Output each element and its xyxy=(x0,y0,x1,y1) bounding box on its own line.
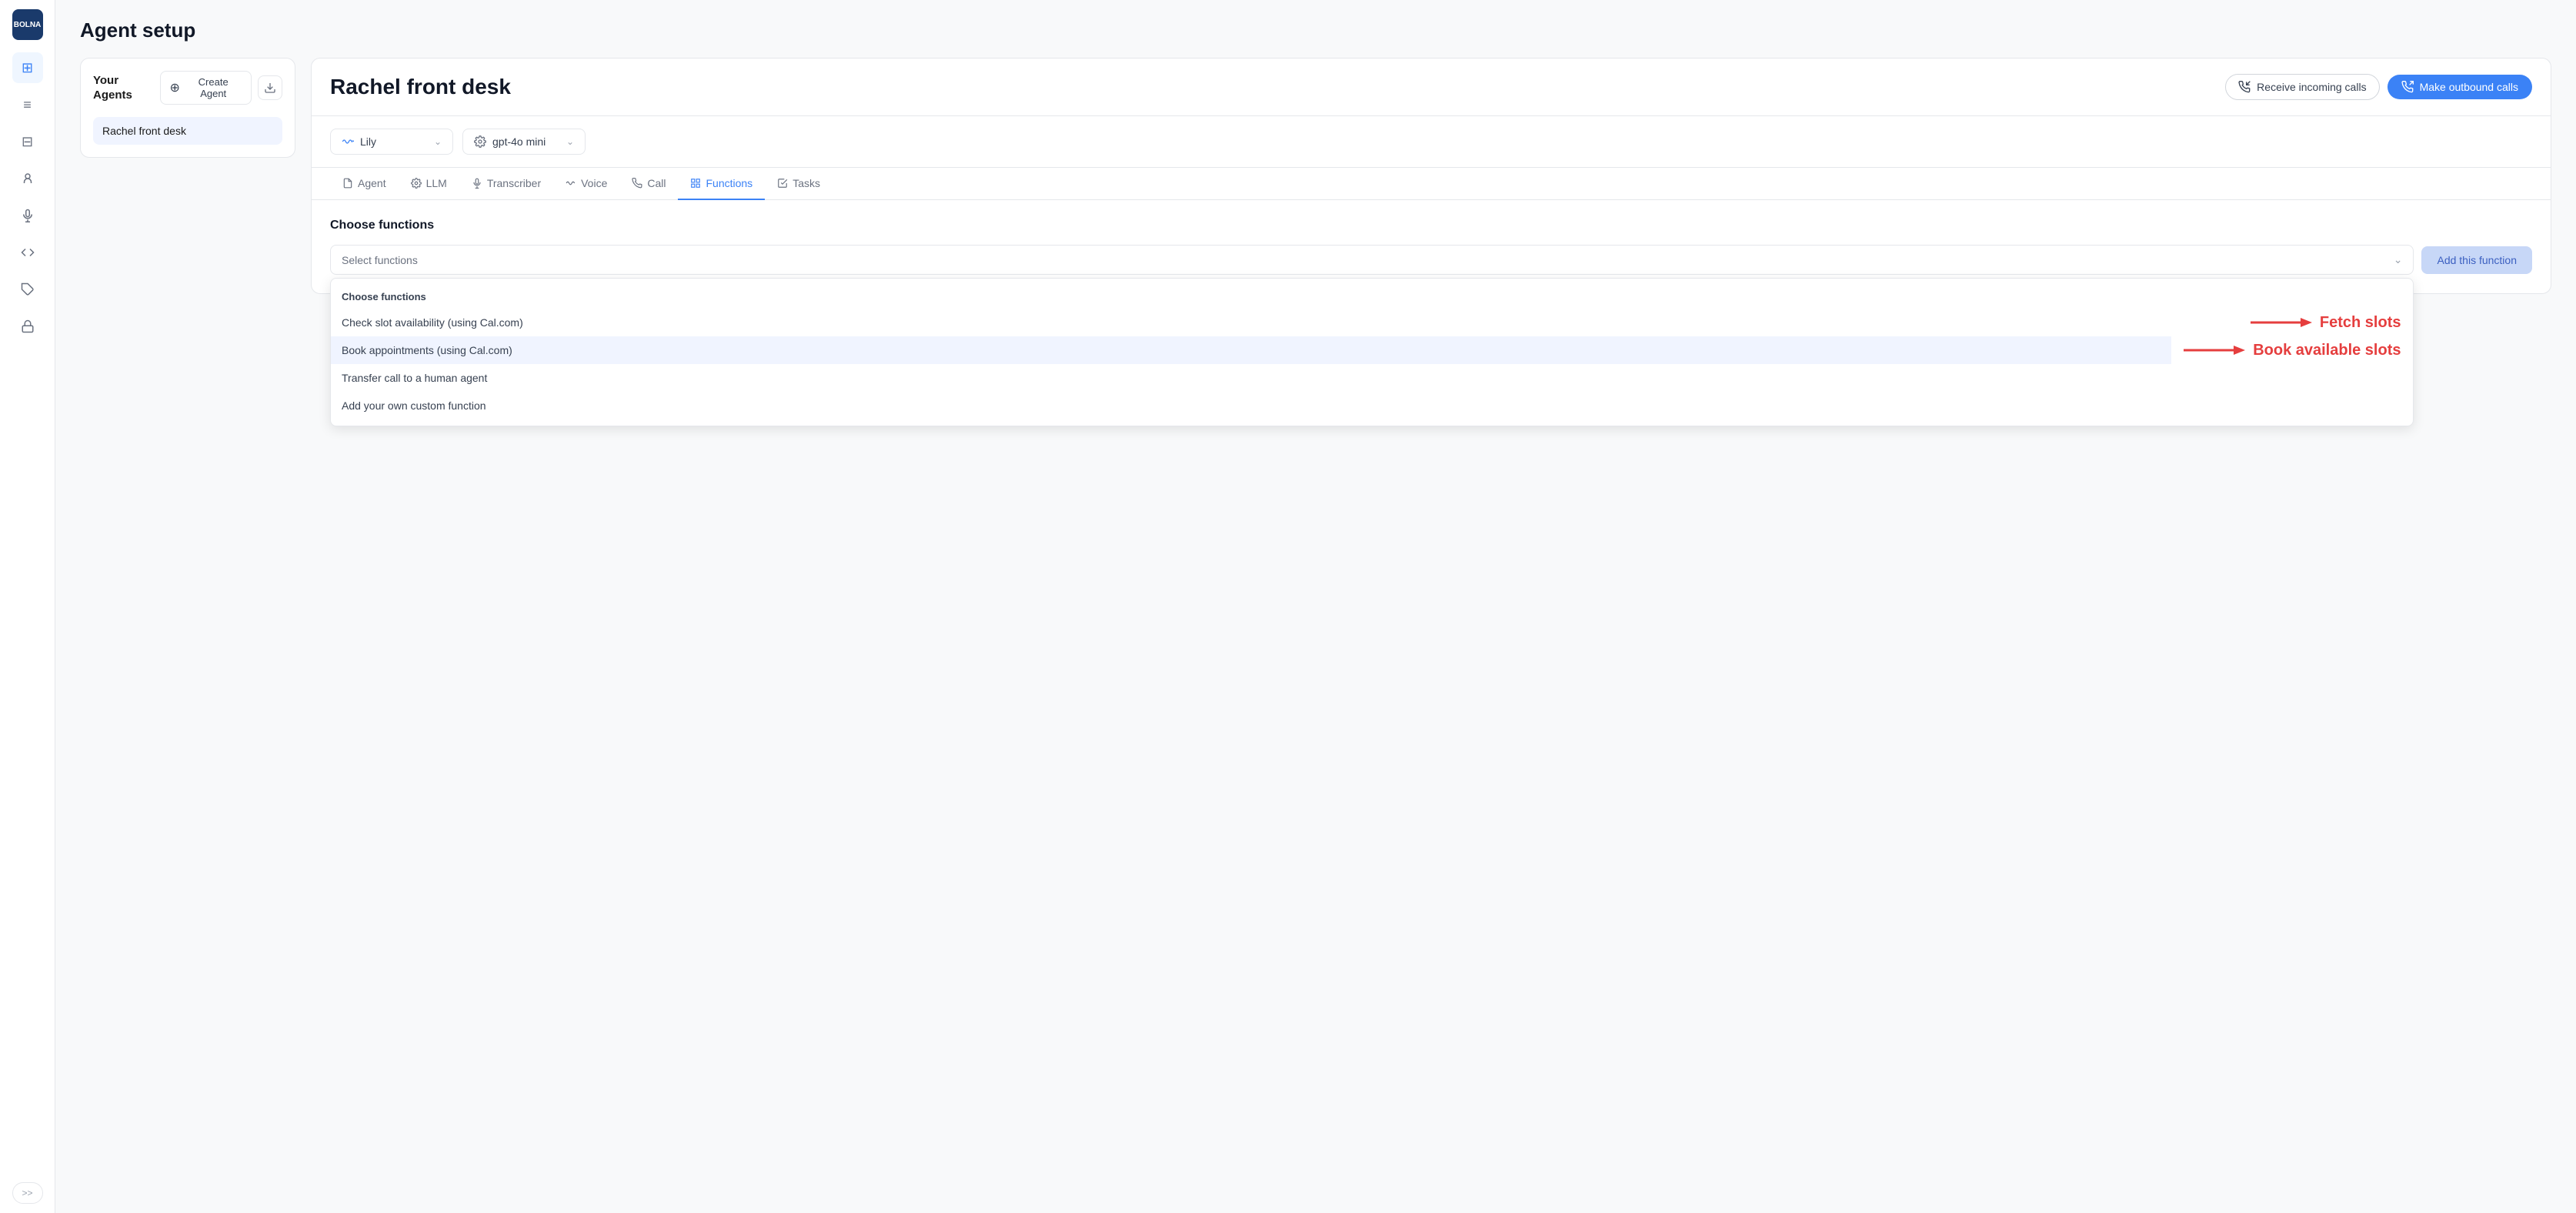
call-tab-icon xyxy=(632,178,642,189)
sidebar-expand-button[interactable]: >> xyxy=(12,1182,43,1204)
phone-outbound-icon xyxy=(2401,81,2414,93)
page-title: Agent setup xyxy=(80,18,2551,42)
dropdown-item-book-appointments[interactable]: Book appointments (using Cal.com) xyxy=(331,336,2171,364)
agents-panel: Your Agents ⊕ Create Agent Rachel front … xyxy=(80,58,295,158)
functions-panel: Choose functions Select functions ⌄ Choo… xyxy=(312,200,2551,293)
dropdown-chevron-icon: ⌄ xyxy=(2394,253,2403,266)
app-logo: BOLNA xyxy=(12,9,43,40)
sidebar-item-grid[interactable]: ⊞ xyxy=(12,52,43,83)
model-chevron-icon: ⌄ xyxy=(566,136,574,147)
content-layout: Your Agents ⊕ Create Agent Rachel front … xyxy=(80,58,2551,294)
tab-call[interactable]: Call xyxy=(619,168,678,200)
select-functions-dropdown[interactable]: Select functions ⌄ xyxy=(330,245,2414,275)
functions-dropdown-container: Select functions ⌄ Choose functions Chec… xyxy=(330,245,2414,275)
tasks-tab-icon xyxy=(777,178,788,189)
llm-tab-icon xyxy=(411,178,422,189)
arrow-fetch-slots-icon xyxy=(2251,315,2312,330)
tab-tasks[interactable]: Tasks xyxy=(765,168,833,200)
agent-selectors: Lily ⌄ gpt-4o mini ⌄ xyxy=(312,116,2551,168)
dropdown-header: Choose functions xyxy=(331,285,2413,309)
sidebar-item-puzzle[interactable] xyxy=(12,274,43,305)
sidebar-item-lock[interactable] xyxy=(12,311,43,342)
plus-icon: ⊕ xyxy=(170,80,180,95)
agents-panel-header: Your Agents ⊕ Create Agent xyxy=(93,71,282,105)
tab-voice[interactable]: Voice xyxy=(553,168,619,200)
functions-title: Choose functions xyxy=(330,219,2532,232)
sidebar-item-code[interactable] xyxy=(12,237,43,268)
voice-selector[interactable]: Lily ⌄ xyxy=(330,129,453,155)
sidebar-item-list[interactable]: ≡ xyxy=(12,89,43,120)
voice-tab-icon xyxy=(566,178,576,189)
app-layout: BOLNA ⊞ ≡ ⊟ >> Agent setup xyxy=(0,0,2576,1213)
transcriber-tab-icon xyxy=(472,178,482,189)
agents-panel-actions: ⊕ Create Agent xyxy=(160,71,282,105)
dropdown-item-transfer-call[interactable]: Transfer call to a human agent xyxy=(331,364,2413,392)
annotation-fetch-slots: Fetch slots xyxy=(2238,314,2414,332)
dropdown-item-custom-function[interactable]: Add your own custom function xyxy=(331,392,2413,419)
main-content: Agent setup Your Agents ⊕ Create Agent xyxy=(55,0,2576,1213)
tab-transcriber[interactable]: Transcriber xyxy=(459,168,553,200)
agent-item-rachel[interactable]: Rachel front desk xyxy=(93,117,282,145)
annotation-book-slots: Book available slots xyxy=(2171,342,2413,359)
tab-llm[interactable]: LLM xyxy=(399,168,459,200)
sidebar: BOLNA ⊞ ≡ ⊟ >> xyxy=(0,0,55,1213)
agent-tab-icon xyxy=(342,178,353,189)
phone-incoming-icon xyxy=(2238,81,2251,93)
agent-setup-panel: Rachel front desk Receive incoming calls… xyxy=(311,58,2551,294)
sidebar-item-agents[interactable] xyxy=(12,163,43,194)
download-icon xyxy=(264,82,276,94)
tab-agent[interactable]: Agent xyxy=(330,168,399,200)
sidebar-item-inbox[interactable]: ⊟ xyxy=(12,126,43,157)
waveform-icon xyxy=(342,135,354,148)
download-button[interactable] xyxy=(258,75,282,100)
select-functions-row: Select functions ⌄ Choose functions Chec… xyxy=(330,245,2532,275)
functions-dropdown-menu: Choose functions Check slot availability… xyxy=(330,278,2414,426)
agent-tabs: Agent LLM Transcriber Voice xyxy=(312,168,2551,200)
agent-name-title: Rachel front desk xyxy=(330,75,511,99)
gear-icon xyxy=(474,135,486,148)
dropdown-item-check-slot[interactable]: Check slot availability (using Cal.com) xyxy=(331,309,2238,336)
sidebar-item-mic[interactable] xyxy=(12,200,43,231)
create-agent-button[interactable]: ⊕ Create Agent xyxy=(160,71,252,105)
arrow-book-slots-icon xyxy=(2184,343,2245,358)
dropdown-item-row-0: Check slot availability (using Cal.com) … xyxy=(331,309,2413,336)
tab-functions[interactable]: Functions xyxy=(678,168,765,200)
model-selector[interactable]: gpt-4o mini ⌄ xyxy=(462,129,586,155)
voice-chevron-icon: ⌄ xyxy=(434,136,442,147)
functions-tab-icon xyxy=(690,178,701,189)
receive-calls-button[interactable]: Receive incoming calls xyxy=(2225,74,2379,100)
add-function-button[interactable]: Add this function xyxy=(2421,246,2532,274)
agents-panel-title: Your Agents xyxy=(93,73,160,103)
dropdown-item-row-1: Book appointments (using Cal.com) Book a… xyxy=(331,336,2413,364)
agent-header-actions: Receive incoming calls Make outbound cal… xyxy=(2225,74,2532,100)
outbound-calls-button[interactable]: Make outbound calls xyxy=(2387,75,2532,99)
agent-setup-header: Rachel front desk Receive incoming calls… xyxy=(312,58,2551,116)
